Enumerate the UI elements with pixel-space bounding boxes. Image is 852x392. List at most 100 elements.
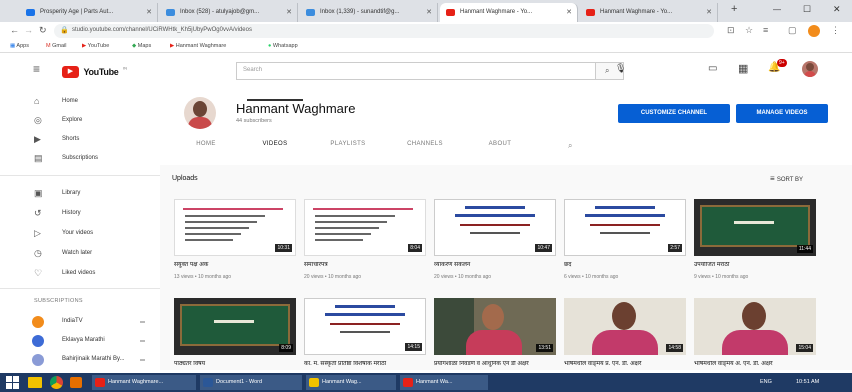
bookmark-whatsapp[interactable]: ● Whatsapp [268, 43, 298, 49]
subscription-item[interactable]: IndiaTV [0, 313, 160, 331]
hamburger-menu-icon[interactable]: ≡ [33, 62, 40, 76]
sidebar-item[interactable]: ▷ Your videos [0, 225, 160, 243]
video-thumbnail[interactable]: 14:58 [564, 298, 686, 355]
slide-text-line [185, 221, 257, 223]
channel-search-icon[interactable]: ⌕ [568, 141, 572, 151]
maximize-button[interactable]: ☐ [803, 4, 811, 15]
sidebar-item-label: Your videos [62, 230, 94, 236]
sidebar-item[interactable]: ▶ Shorts [0, 131, 160, 149]
chrome-taskbar-icon[interactable] [50, 376, 63, 389]
taskbar-window[interactable]: Document1 - Word [200, 375, 302, 390]
sidebar-item[interactable]: ↺ History [0, 205, 160, 223]
video-title[interactable]: उपयोजित मराठी [694, 262, 816, 270]
channel-tab-playlists[interactable]: PLAYLISTS [325, 141, 371, 147]
channel-avatar [184, 97, 216, 129]
back-icon[interactable]: ← [10, 25, 19, 35]
sidebar-item[interactable]: ♡ Liked videos [0, 265, 160, 283]
sidebar-item[interactable]: ◷ Watch later [0, 245, 160, 263]
tray-language[interactable]: ENG [760, 379, 772, 385]
create-video-icon[interactable]: ▭ [708, 63, 717, 74]
home-icon: ⌂ [34, 96, 40, 106]
url-field[interactable]: 🔒 studio.youtube.com/channel/UCiRWHtk_Kh… [54, 24, 714, 38]
video-title[interactable]: संयुक्त पक्ष अंक [174, 262, 296, 270]
close-tab-icon[interactable]: ✕ [286, 8, 292, 16]
taskbar-app-icon [95, 378, 105, 387]
video-title[interactable]: व्याकरण संकलन [434, 262, 556, 270]
uploads-heading[interactable]: Uploads [172, 175, 198, 182]
apps-icon[interactable]: ▦ [738, 62, 748, 75]
video-title[interactable]: समाचारपत्र [304, 262, 426, 270]
video-thumbnail[interactable]: 10:31 [174, 199, 296, 256]
bookmark-youtube[interactable]: ▶ YouTube [82, 43, 109, 49]
video-meta: 20 views • 10 months ago [434, 274, 492, 280]
close-window-button[interactable]: ✕ [833, 4, 841, 15]
manage-videos-button[interactable]: MANAGE VIDEOS [736, 104, 828, 123]
browser-tab[interactable]: Inbox (1,339) - sunandtif@g... ✕ [300, 3, 438, 22]
video-thumbnail[interactable]: 11:44 [694, 199, 816, 256]
taskbar-window[interactable]: Hanmant Wa... [400, 375, 488, 390]
channel-tab-channels[interactable]: CHANNELS [400, 141, 450, 147]
video-thumbnail[interactable]: 8:04 [304, 199, 426, 256]
search-input[interactable]: Search [236, 62, 596, 80]
subscription-avatar [32, 335, 44, 347]
youtube-logo[interactable]: ▶ YouTube IN [62, 63, 127, 81]
taskbar-window[interactable]: Hanmant Wag... [306, 375, 396, 390]
bookmark-gmail[interactable]: M Gmail [46, 43, 67, 49]
subscription-avatar [32, 354, 44, 366]
close-tab-icon[interactable]: ✕ [566, 8, 572, 16]
video-thumbnail[interactable]: 2:57 [564, 199, 686, 256]
browser-tab[interactable]: Hanmant Waghmare - Yo... ✕ [440, 3, 578, 22]
taskbar-app-icon [403, 378, 413, 387]
customize-channel-button[interactable]: CUSTOMIZE CHANNEL [618, 104, 730, 123]
channel-tab-home[interactable]: HOME [192, 141, 220, 147]
star-icon[interactable]: ☆ [745, 25, 753, 36]
channel-tab-videos[interactable]: VIDEOS [255, 141, 295, 147]
browser-tab[interactable]: Hanmant Waghmare - Yo... ✕ [580, 3, 718, 22]
video-thumbnail[interactable]: 10:47 [434, 199, 556, 256]
browser-tab[interactable]: Prosperity Age | Parts Aut... ✕ [20, 3, 158, 22]
windows-start-icon[interactable] [6, 376, 19, 389]
bookmark-maps[interactable]: ◆ Maps [132, 43, 151, 49]
extension-icon[interactable]: ⊡ [727, 25, 735, 36]
slide-line [470, 232, 520, 234]
slide-text-line [315, 233, 371, 235]
video-thumbnail[interactable]: 8:09 [174, 298, 296, 355]
microphone-icon[interactable]: 🎙 [615, 63, 626, 74]
video-thumbnail[interactable]: 13:51 [434, 298, 556, 355]
minimize-button[interactable]: — [773, 5, 781, 14]
sort-by-button[interactable]: ≡ SORT BY [770, 174, 803, 183]
subscription-item[interactable]: Bahirjinaik Marathi By... [0, 351, 160, 369]
video-title[interactable]: छंद [564, 262, 686, 270]
account-avatar[interactable] [802, 61, 818, 77]
sidebar-item[interactable]: ◎ Explore [0, 112, 160, 130]
watch-later-icon: ◷ [34, 248, 42, 258]
clock[interactable]: 10:51 AM [796, 379, 819, 385]
video-duration: 8:09 [279, 344, 293, 352]
reload-icon[interactable]: ↻ [39, 25, 47, 36]
video-thumbnail[interactable]: 15:04 [694, 298, 816, 355]
media-player-icon[interactable] [70, 377, 82, 388]
subscription-item[interactable]: Eklavya Marathi [0, 332, 160, 350]
person-body [466, 330, 522, 355]
close-tab-icon[interactable]: ✕ [146, 8, 152, 16]
chalkboard [700, 205, 810, 247]
sidebar-item[interactable]: ▤ Subscriptions [0, 150, 160, 168]
menu-list-icon[interactable]: ≡ [763, 25, 768, 35]
taskbar-window[interactable]: Hanmant Waghmare... [92, 375, 196, 390]
bookmark-channel[interactable]: ▶ Hanmant Waghmare [170, 43, 226, 49]
file-explorer-icon[interactable] [28, 377, 42, 388]
video-thumbnail[interactable]: 14:15 [304, 298, 426, 355]
bookmark-apps[interactable]: ▦ Apps [10, 43, 29, 49]
channel-tab-about[interactable]: ABOUT [485, 141, 515, 147]
new-tab-button[interactable]: + [731, 3, 737, 15]
kebab-menu-icon[interactable]: ⋮ [831, 25, 840, 36]
sidebar-item[interactable]: ⌂ Home [0, 93, 160, 111]
close-tab-icon[interactable]: ✕ [706, 8, 712, 16]
browser-tab[interactable]: Inbox (528) - atulyajob@gm... ✕ [160, 3, 298, 22]
profile-avatar[interactable] [808, 25, 820, 37]
sidebar-item[interactable]: ▣ Library [0, 185, 160, 203]
forward-icon[interactable]: → [24, 25, 33, 35]
close-tab-icon[interactable]: ✕ [426, 8, 432, 16]
window-icon[interactable]: ▢ [788, 25, 797, 36]
taskbar-window-label: Hanmant Wag... [322, 379, 362, 385]
